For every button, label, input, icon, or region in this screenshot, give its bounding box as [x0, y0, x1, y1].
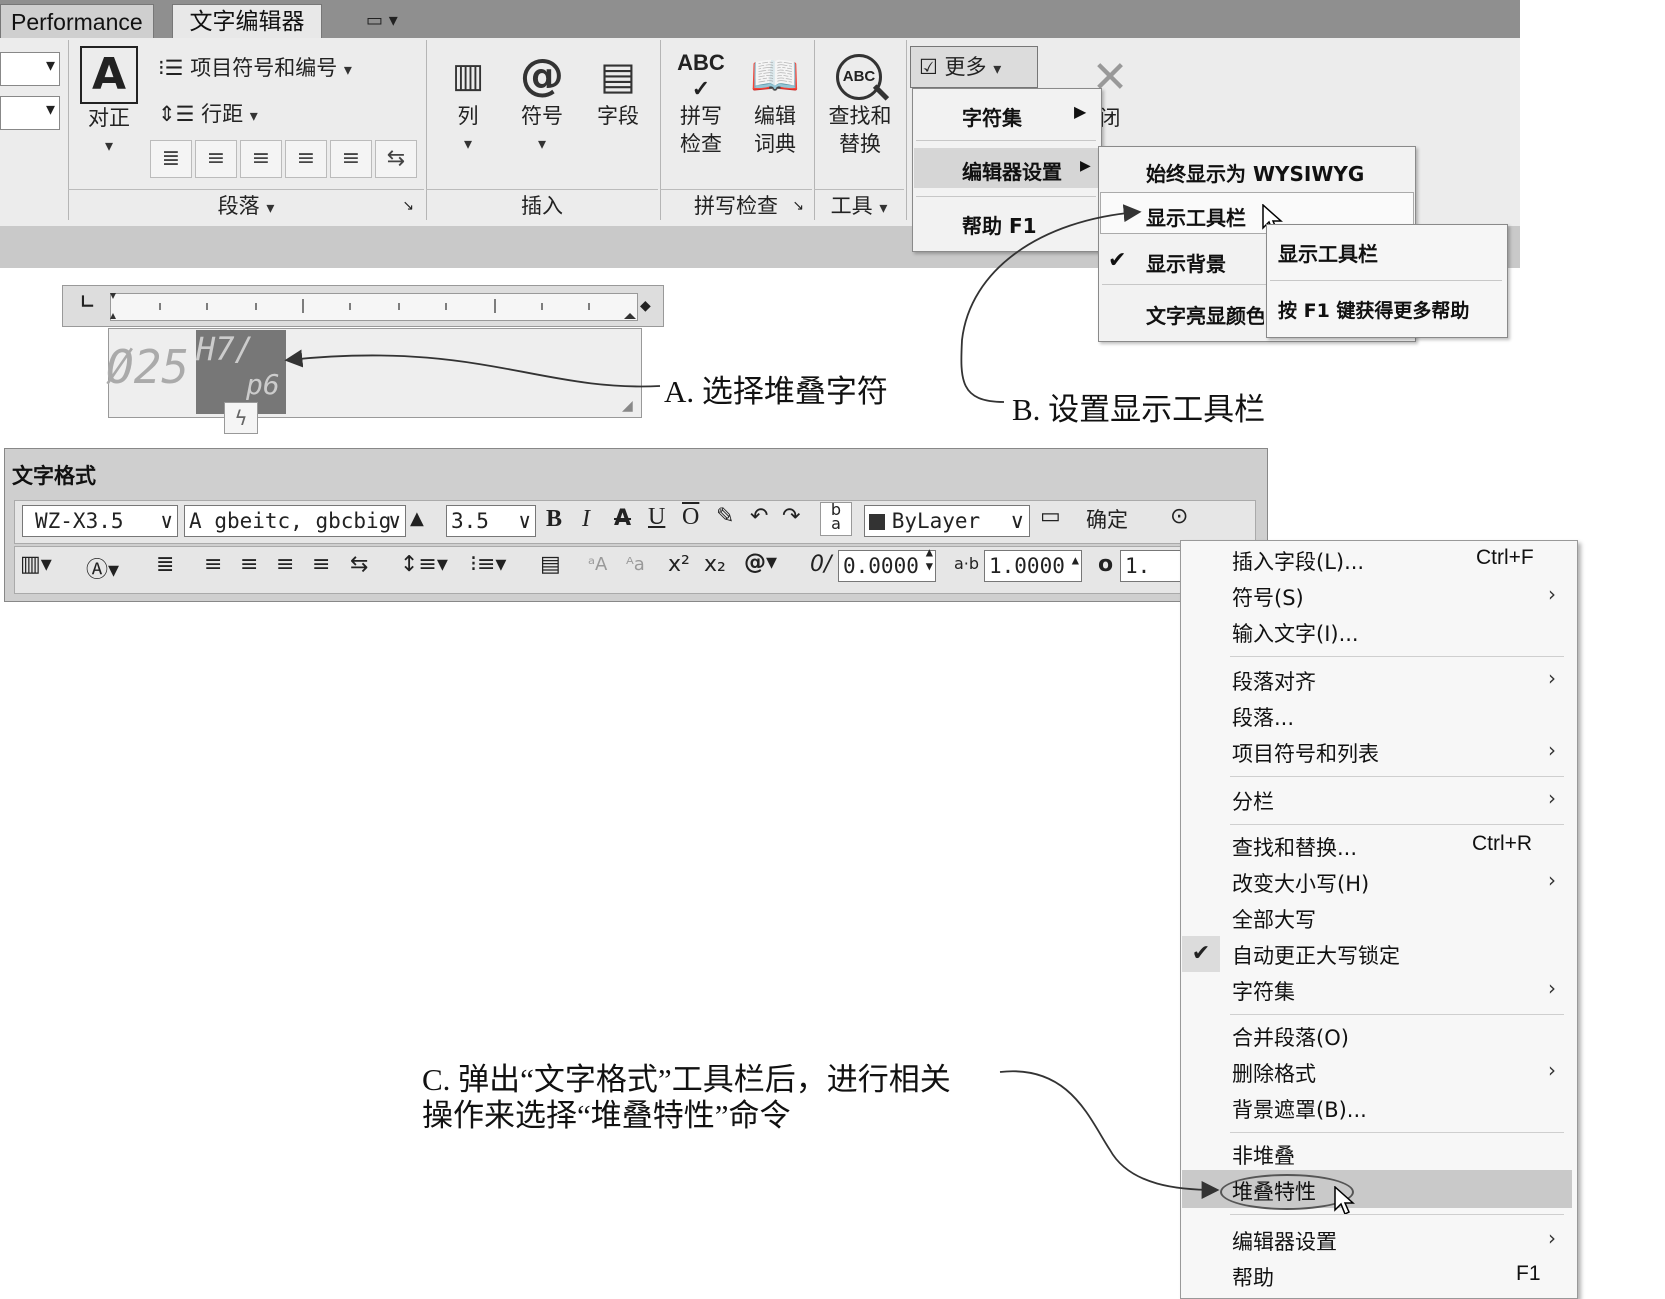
- annotation-c-line2: 操作来选择“堆叠特性”命令: [422, 1098, 791, 1133]
- annotation-b: B. 设置显示工具栏: [1012, 392, 1266, 427]
- annotation-arrows: [284, 204, 1220, 1199]
- annotation-a: A. 选择堆叠字符: [664, 374, 888, 409]
